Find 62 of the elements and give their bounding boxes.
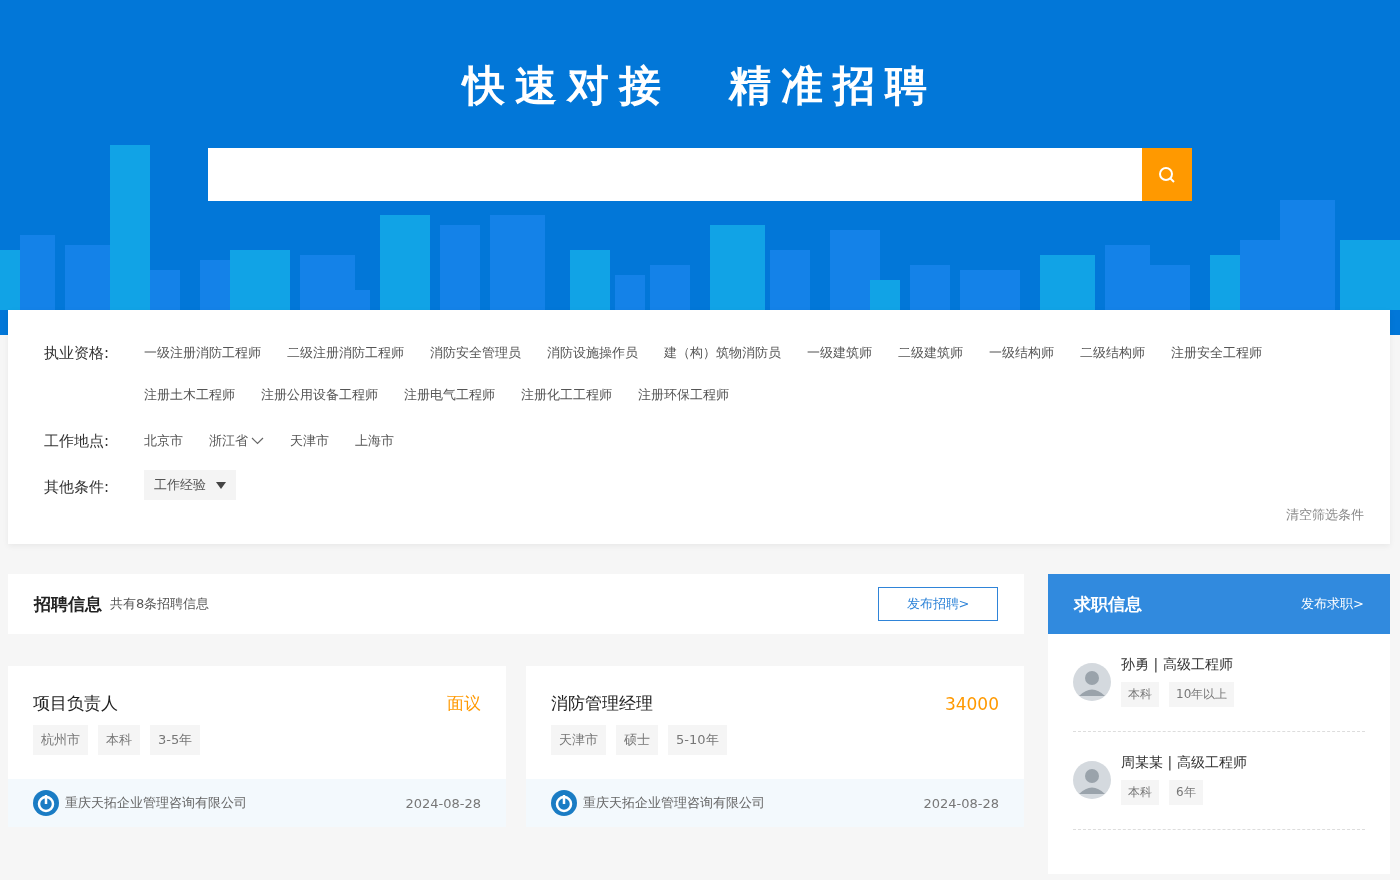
filter-option[interactable]: 上海市 — [355, 424, 394, 458]
filter-option[interactable]: 建（构）筑物消防员 — [664, 336, 781, 370]
seeker-tag: 6年 — [1169, 780, 1203, 805]
job-tag: 3-5年 — [150, 725, 201, 755]
job-tag: 硕士 — [616, 725, 658, 755]
post-job-button[interactable]: 发布招聘> — [878, 587, 998, 621]
filter-option[interactable]: 消防安全管理员 — [430, 336, 521, 370]
banner-title: 快速对接 — [463, 60, 671, 112]
seeker-name[interactable]: 周某某 | 高级工程师 — [1121, 754, 1247, 772]
filter-option[interactable]: 注册公用设备工程师 — [261, 378, 378, 412]
filter-option[interactable]: 北京市 — [144, 424, 183, 458]
post-date: 2024-08-28 — [923, 795, 999, 811]
filter-option[interactable]: 消防设施操作员 — [547, 336, 638, 370]
job-title: 消防管理经理 — [551, 692, 653, 715]
job-card[interactable]: 消防管理经理 34000 天津市 硕士 5-10年 重庆天拓企业管理咨询有限公司 2024-08-28 — [526, 666, 1024, 827]
filter-option[interactable]: 一级建筑师 — [807, 336, 872, 370]
company-logo-icon — [33, 790, 59, 816]
salary: 面议 — [447, 692, 481, 715]
experience-select[interactable]: 工作经验 — [144, 470, 236, 500]
job-tag: 天津市 — [551, 725, 606, 755]
filter-option[interactable]: 一级结构师 — [989, 336, 1054, 370]
search-icon — [1157, 164, 1177, 185]
chevron-down-icon — [251, 437, 264, 445]
seeker-tag: 本科 — [1121, 780, 1159, 805]
company-name: 重庆天拓企业管理咨询有限公司 — [65, 794, 247, 812]
avatar-icon — [1073, 760, 1111, 799]
seeker-tag: 本科 — [1121, 682, 1159, 707]
company-logo-icon — [551, 790, 577, 816]
filter-dropdown[interactable]: 浙江省 — [209, 424, 264, 458]
post-date: 2024-08-28 — [405, 795, 481, 811]
filter-option[interactable]: 注册电气工程师 — [404, 378, 495, 412]
job-tag: 5-10年 — [668, 725, 727, 755]
filter-option[interactable]: 注册土木工程师 — [144, 378, 235, 412]
section-title: 求职信息 — [1074, 592, 1142, 616]
filter-option[interactable]: 天津市 — [290, 424, 329, 458]
filter-option[interactable]: 二级结构师 — [1080, 336, 1145, 370]
filter-label: 执业资格: — [44, 343, 111, 364]
job-title: 项目负责人 — [33, 692, 118, 715]
company-name: 重庆天拓企业管理咨询有限公司 — [583, 794, 765, 812]
search-field[interactable] — [208, 148, 1192, 201]
clear-filters-link[interactable]: 清空筛选条件 — [1286, 506, 1364, 524]
filter-label: 工作地点: — [44, 431, 111, 452]
filter-option[interactable]: 注册环保工程师 — [638, 378, 729, 412]
caret-icon — [216, 481, 226, 489]
filter-option[interactable]: 一级注册消防工程师 — [144, 336, 261, 370]
filter-option[interactable]: 注册化工工程师 — [521, 378, 612, 412]
filter-label: 其他条件: — [44, 477, 111, 498]
avatar-icon — [1073, 662, 1111, 701]
section-title: 招聘信息 — [34, 592, 102, 616]
post-resume-link[interactable]: 发布求职> — [1301, 595, 1364, 613]
filter-option[interactable]: 注册安全工程师 — [1171, 336, 1262, 370]
job-tag: 杭州市 — [33, 725, 88, 755]
filter-option[interactable]: 二级注册消防工程师 — [287, 336, 404, 370]
salary: 34000 — [944, 693, 999, 714]
seeker-name[interactable]: 孙勇 | 高级工程师 — [1121, 656, 1235, 674]
seeker-tag: 10年以上 — [1169, 682, 1235, 707]
job-tag: 本科 — [98, 725, 140, 755]
filter-option[interactable]: 二级建筑师 — [898, 336, 963, 370]
job-count: 共有8条招聘信息 — [110, 595, 210, 613]
search-button[interactable] — [1142, 148, 1192, 201]
banner-title: 精准招聘 — [729, 60, 937, 112]
job-card[interactable]: 项目负责人 面议 杭州市 本科 3-5年 重庆天拓企业管理咨询有限公司 2024-08-28 — [8, 666, 506, 827]
